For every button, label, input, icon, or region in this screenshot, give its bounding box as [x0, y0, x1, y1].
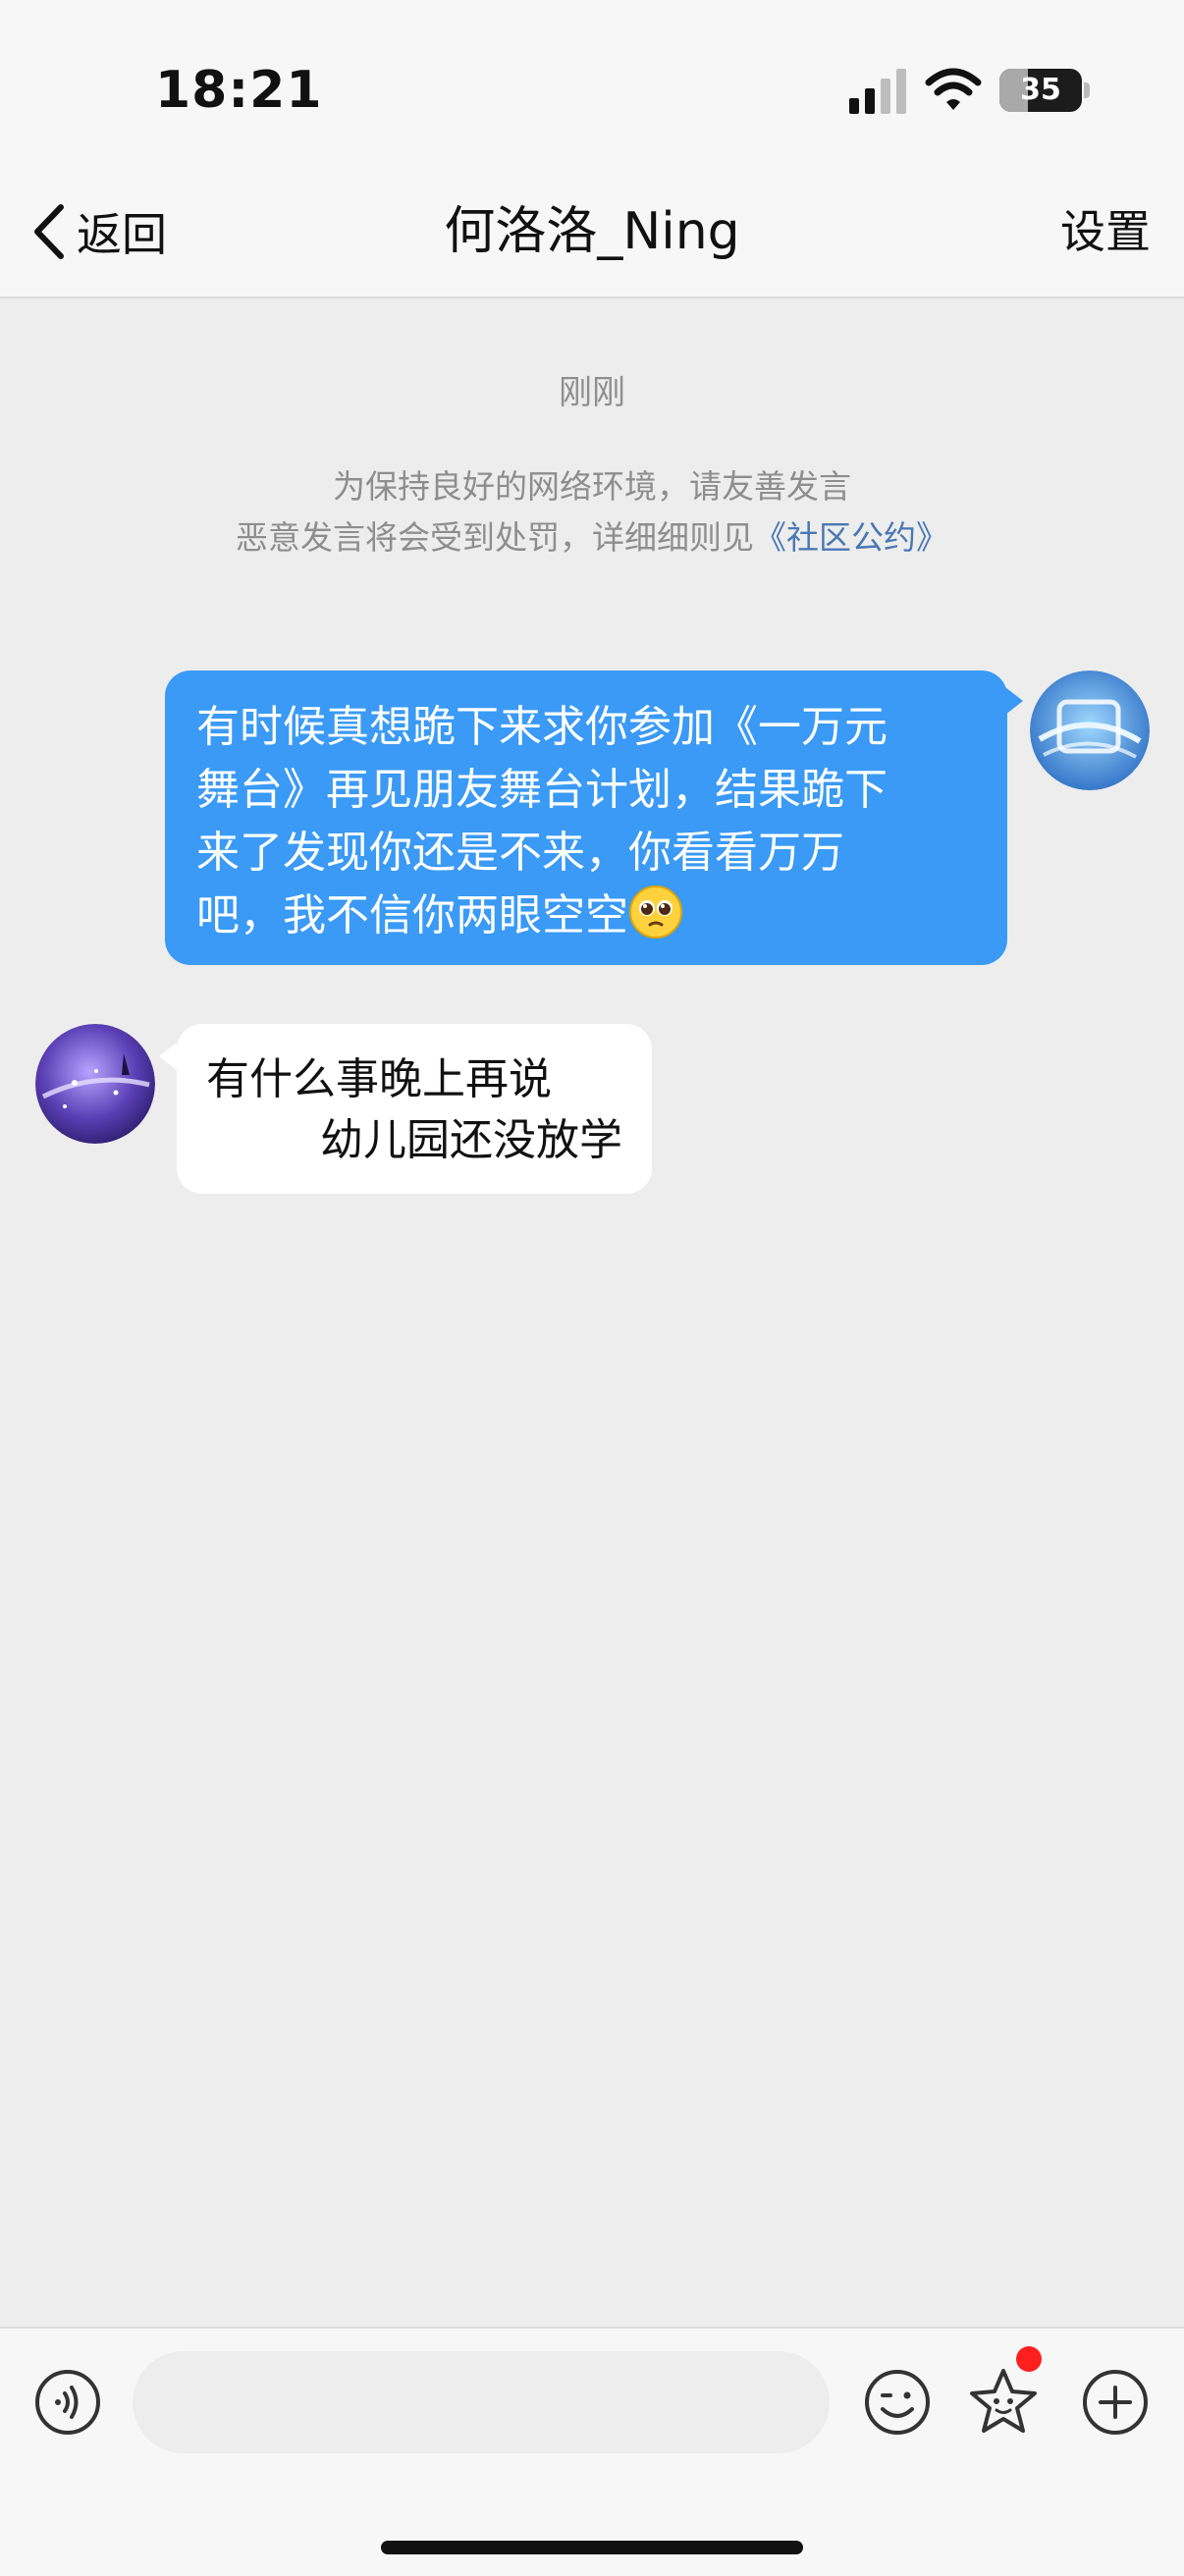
message-line: 有时候真想跪下来求你参加《一万元 [196, 702, 888, 752]
message-line: 舞台》再见朋友舞台计划，结果跪下 [196, 765, 888, 815]
nav-bar: 何洛洛_Ning 返回 设置 [0, 167, 1184, 298]
cellular-signal-icon [849, 69, 906, 114]
notice-line-2: 恶意发言将会受到处罚，详细细则见《社区公约》 [0, 512, 1184, 564]
wifi-icon [925, 68, 982, 110]
message-line: 有什么事晚上再说 [206, 1054, 552, 1104]
outgoing-message-bubble[interactable]: 有时候真想跪下来求你参加《一万元 舞台》再见朋友舞台计划，结果跪下 来了发现你还… [165, 671, 1007, 965]
star-face-icon [970, 2369, 1037, 2433]
plus-icon [1083, 2370, 1148, 2435]
outgoing-bubble-tail [1005, 687, 1023, 715]
sticker-button[interactable] [967, 2366, 1040, 2439]
emoji-face-icon [865, 2370, 930, 2435]
notification-badge [1016, 2346, 1042, 2372]
message-line-with-emoji: 吧，我不信你两眼空空 [196, 885, 976, 947]
pleading-face-emoji-icon [629, 886, 682, 939]
settings-button[interactable]: 设置 [1060, 198, 1151, 265]
contact-avatar[interactable] [35, 1024, 155, 1144]
back-label: 返回 [77, 208, 167, 261]
message-input[interactable] [133, 2351, 830, 2453]
chevron-left-icon [34, 204, 64, 259]
avatar-image [1030, 671, 1150, 790]
input-bar [0, 2327, 1184, 2576]
community-rules-link[interactable]: 《社区公约》 [754, 518, 948, 557]
message-timestamp: 刚刚 [559, 373, 625, 412]
chat-title: 何洛洛_Ning [444, 202, 740, 261]
notice-line-1: 为保持良好的网络环境，请友善发言 [333, 467, 851, 506]
incoming-bubble-tail [159, 1043, 177, 1070]
incoming-message-bubble[interactable]: 有什么事晚上再说 幼儿园还没放学 [177, 1024, 652, 1194]
avatar-image [35, 1024, 155, 1144]
home-indicator [381, 2541, 803, 2554]
status-time: 18:21 [155, 61, 323, 120]
message-line: 幼儿园还没放学 [320, 1115, 622, 1165]
voice-button[interactable] [33, 2368, 102, 2437]
voice-icon [35, 2370, 100, 2435]
my-avatar[interactable] [1030, 671, 1150, 790]
notice-line-2-text: 恶意发言将会受到处罚，详细细则见 [236, 518, 754, 557]
battery-cap [1084, 82, 1090, 98]
back-button[interactable]: 返回 [29, 198, 167, 265]
battery-percentage: 35 [1020, 73, 1061, 107]
message-line: 吧，我不信你两眼空空 [196, 890, 628, 940]
status-bar: 18:21 35 [0, 0, 1184, 167]
community-notice: 为保持良好的网络环境，请友善发言 恶意发言将会受到处罚，详细细则见《社区公约》 [0, 461, 1184, 564]
more-button[interactable] [1081, 2368, 1150, 2437]
battery-icon: 35 [999, 69, 1082, 112]
message-line: 来了发现你还是不来，你看看万万 [196, 828, 844, 878]
emoji-button[interactable] [863, 2368, 932, 2437]
